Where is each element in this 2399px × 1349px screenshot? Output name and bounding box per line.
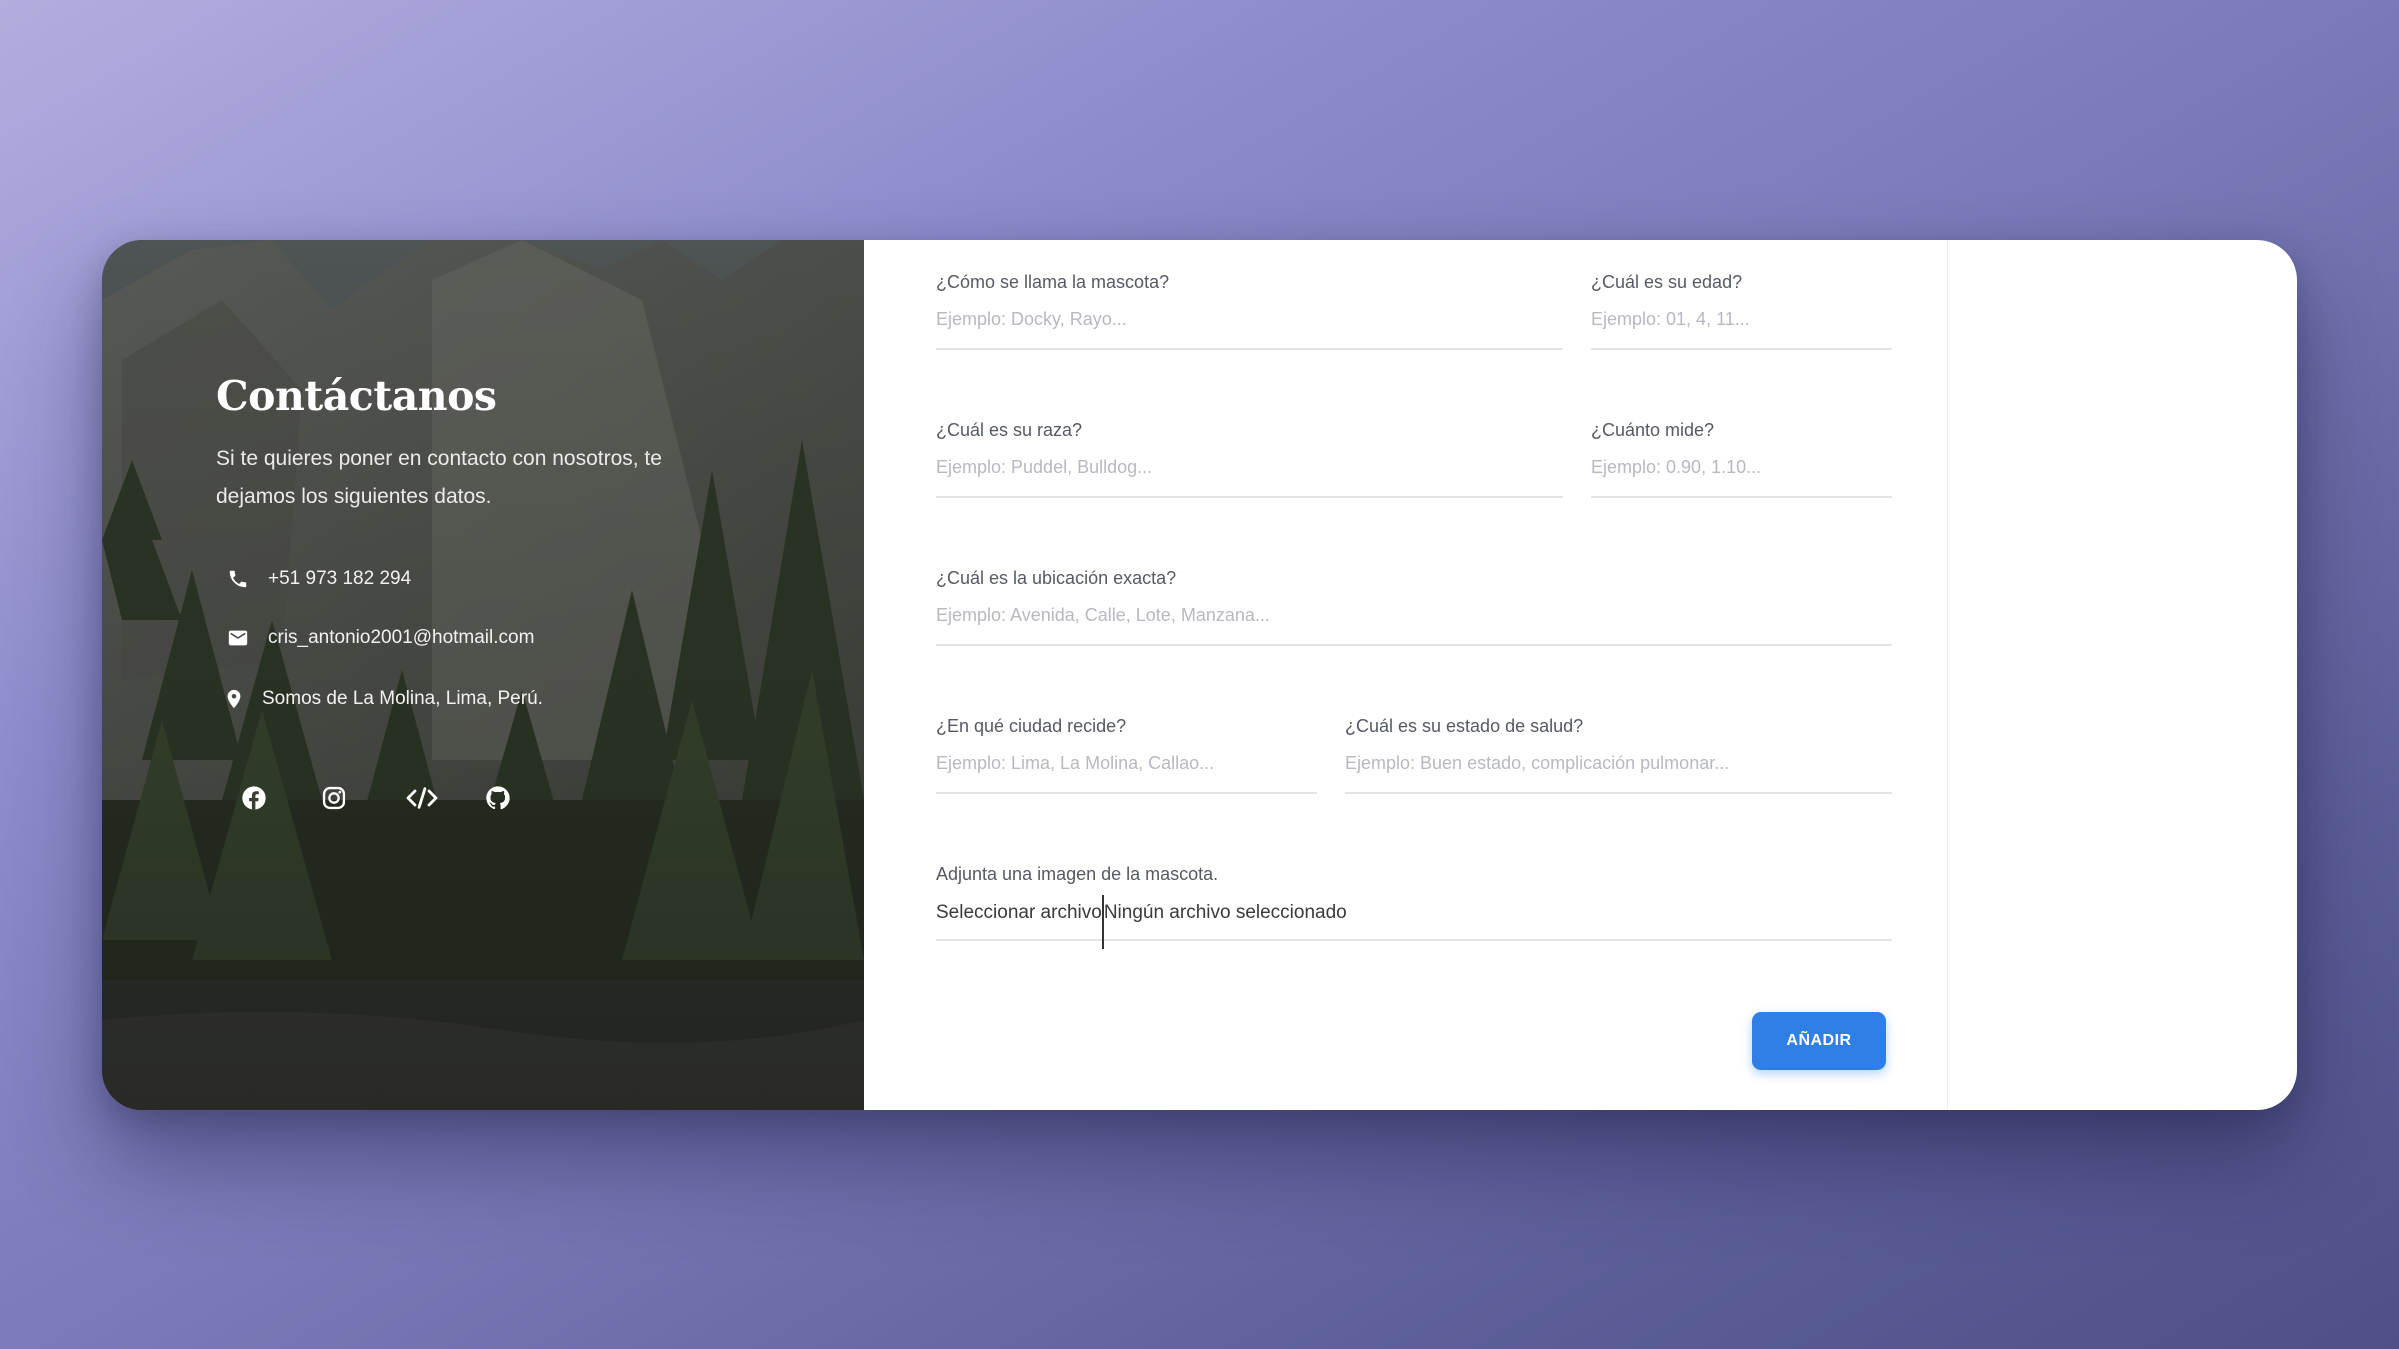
contact-card: Contáctanos Si te quieres poner en conta… <box>102 240 2297 1110</box>
pet-breed-field: ¿Cuál es su raza? <box>936 420 1563 498</box>
code-link[interactable] <box>400 780 444 816</box>
pet-height-input[interactable] <box>1591 457 1892 498</box>
code-icon <box>406 787 438 809</box>
pet-age-input[interactable] <box>1591 309 1892 350</box>
phone-row: +51 973 182 294 <box>226 567 411 591</box>
pet-height-field: ¿Cuánto mide? <box>1591 420 1892 498</box>
pet-height-label: ¿Cuánto mide? <box>1591 420 1715 440</box>
pet-city-field: ¿En qué ciudad recide? <box>936 716 1317 794</box>
pet-form <box>864 240 1948 1110</box>
file-status-text: Ningún archivo seleccionado <box>1103 902 1347 923</box>
add-button[interactable]: AÑADIR <box>1752 1012 1886 1070</box>
pet-city-label: ¿En qué ciudad recide? <box>936 716 1127 736</box>
instagram-icon <box>322 786 346 810</box>
location-row: Somos de La Molina, Lima, Perú. <box>222 687 543 711</box>
contact-description: Si te quieres poner en contacto con noso… <box>216 447 662 508</box>
pet-health-input[interactable] <box>1345 753 1892 794</box>
pet-age-field: ¿Cuál es su edad? <box>1591 272 1892 350</box>
github-icon <box>486 786 510 810</box>
file-input[interactable]: Seleccionar archivo Ningún archivo selec… <box>936 895 1892 949</box>
pet-image-field: Adjunta una imagen de la mascota. Selecc… <box>936 864 1892 949</box>
map-pin-icon <box>222 687 246 711</box>
pet-location-field: ¿Cuál es la ubicación exacta? <box>936 568 1892 646</box>
mail-icon <box>226 626 250 650</box>
pet-name-input[interactable] <box>936 309 1563 350</box>
pet-name-label: ¿Cómo se llama la mascota? <box>936 272 1170 292</box>
facebook-link[interactable] <box>236 780 272 816</box>
github-link[interactable] <box>480 780 516 816</box>
pet-name-field: ¿Cómo se llama la mascota? <box>936 272 1563 350</box>
facebook-icon <box>242 786 266 810</box>
pet-image-label: Adjunta una imagen de la mascota. <box>936 864 1219 884</box>
pet-city-input[interactable] <box>936 753 1317 794</box>
email-row: cris_antonio2001@hotmail.com <box>226 626 534 650</box>
contact-title: Contáctanos <box>216 372 497 420</box>
email-text: cris_antonio2001@hotmail.com <box>268 627 535 648</box>
instagram-link[interactable] <box>316 780 352 816</box>
pet-location-input[interactable] <box>936 605 1892 646</box>
pet-breed-input[interactable] <box>936 457 1563 498</box>
phone-text: +51 973 182 294 <box>268 568 412 589</box>
pet-health-label: ¿Cuál es su estado de salud? <box>1345 716 1584 736</box>
panel-overlay <box>102 240 864 1110</box>
select-file-button[interactable]: Seleccionar archivo <box>936 902 1102 924</box>
phone-icon <box>226 567 250 591</box>
location-text: Somos de La Molina, Lima, Perú. <box>262 688 543 709</box>
pet-location-label: ¿Cuál es la ubicación exacta? <box>936 568 1177 588</box>
pet-breed-label: ¿Cuál es su raza? <box>936 420 1083 440</box>
pet-health-field: ¿Cuál es su estado de salud? <box>1345 716 1892 794</box>
contact-panel: Contáctanos Si te quieres poner en conta… <box>102 240 864 1110</box>
pet-age-label: ¿Cuál es su edad? <box>1591 272 1743 292</box>
